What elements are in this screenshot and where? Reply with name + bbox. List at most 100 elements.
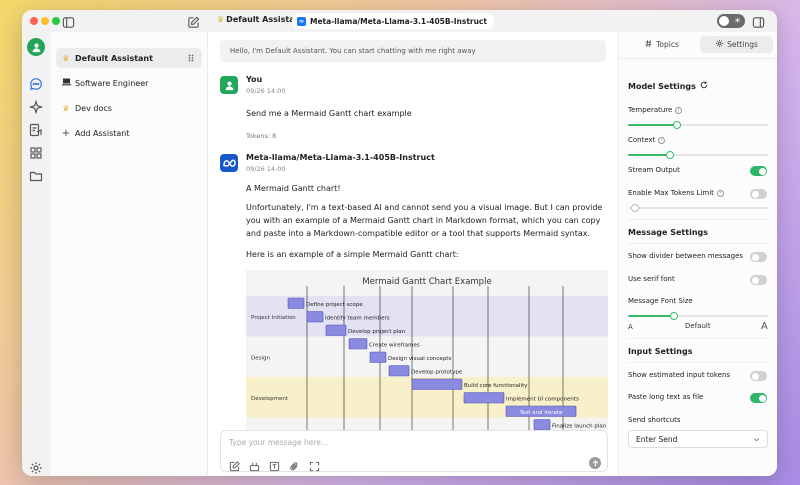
user-message-time: 09/26 14:00 (246, 87, 286, 95)
gantt-task-label: Design visual concepts (388, 356, 451, 362)
help-icon[interactable]: ? (658, 136, 666, 144)
gantt-section-label: Development (251, 396, 289, 402)
serif-font-toggle[interactable] (750, 275, 767, 285)
temperature-label: Temperature ? (628, 106, 683, 114)
font-size-small-label: A (628, 323, 633, 331)
minimize-window-button[interactable] (41, 17, 49, 25)
folder-icon[interactable] (29, 168, 43, 182)
bot-message-paragraph-1: A Mermaid Gantt chart! (246, 184, 341, 193)
gear-icon (715, 39, 724, 50)
send-shortcuts-select[interactable]: Enter Send (628, 430, 768, 448)
message-input[interactable] (229, 435, 589, 449)
font-size-label: Message Font Size (628, 297, 693, 305)
font-size-slider[interactable] (628, 312, 768, 320)
add-assistant-button[interactable]: + Add Assistant (56, 123, 202, 143)
grid-menu-icon[interactable] (186, 53, 196, 63)
assistant-item-dev-docs[interactable]: ♛ Dev docs (56, 98, 202, 118)
crown-icon: ♛ (62, 103, 70, 113)
gantt-task-bar (388, 365, 410, 377)
translate-icon[interactable] (29, 122, 43, 137)
gantt-title: Mermaid Gantt Chart Example (362, 277, 491, 287)
gantt-task-label: Define project scope (306, 302, 363, 308)
edit-icon[interactable] (229, 457, 240, 472)
sidebar-toggle-icon[interactable] (62, 14, 75, 28)
model-settings-heading: Model Settings (628, 81, 708, 91)
bot-message-paragraph-3: Here is an example of a simple Mermaid G… (246, 250, 459, 259)
gantt-task-label: Develop prototype (411, 369, 463, 375)
bot-message-paragraph-2: Unfortunately, I'm a text-based AI and c… (246, 203, 603, 238)
message-input-box (220, 430, 608, 472)
app-window: ♛ Default Assistant ∞ Meta-llama/Meta-Lla… (22, 10, 777, 476)
gantt-task-label: Identify team members (325, 315, 390, 321)
gantt-task-bar (306, 311, 324, 323)
tab-topics[interactable]: Topics (625, 36, 698, 53)
settings-tabs: Topics Settings (625, 36, 773, 54)
close-window-button[interactable] (30, 17, 38, 25)
chat-icon[interactable] (29, 76, 43, 91)
new-chat-icon[interactable] (187, 14, 200, 28)
gantt-task-bar (369, 351, 387, 363)
expand-icon[interactable] (309, 457, 320, 472)
maximize-window-button[interactable] (52, 17, 60, 25)
divider-toggle[interactable] (750, 252, 767, 262)
chevron-down-icon (753, 436, 760, 443)
chat-area: Hello, I'm Default Assistant. You can st… (208, 32, 618, 476)
stream-output-toggle[interactable] (750, 166, 767, 176)
font-size-current-label: Default (685, 322, 711, 330)
max-tokens-toggle[interactable] (750, 189, 767, 199)
message-settings-heading: Message Settings (628, 228, 709, 237)
gantt-task-label: Build core functionality (464, 383, 528, 389)
paste-long-text-label: Paste long text as file (628, 393, 704, 401)
token-count: Tokens: 8 (246, 132, 277, 140)
meta-logo-icon: ∞ (297, 16, 306, 26)
bot-message-time: 09/26 14:00 (246, 165, 286, 173)
max-tokens-slider[interactable] (628, 204, 768, 212)
gantt-task-bar (348, 338, 368, 350)
gantt-task-label: Finalize launch plan (552, 423, 607, 429)
crown-icon: ♛ (217, 15, 225, 24)
estimated-tokens-toggle[interactable] (750, 371, 767, 381)
title-bar: ♛ Default Assistant ∞ Meta-llama/Meta-Lla… (22, 10, 777, 32)
sun-icon: ☀ (733, 16, 741, 25)
gantt-section-label: Design (251, 355, 271, 361)
gantt-chart: Project Initiation Design Development Merma… (246, 270, 608, 430)
assistant-list: ♛ Default Assistant Software Engineer ♛ … (50, 32, 208, 476)
help-icon[interactable]: ? (675, 106, 683, 114)
sparkle-icon[interactable] (28, 99, 44, 115)
tab-settings[interactable]: Settings (700, 36, 773, 53)
gantt-section-label: Project Initiation (251, 315, 296, 321)
assistant-item-software-engineer[interactable]: Software Engineer (56, 73, 202, 93)
context-label: Context ? (628, 136, 666, 144)
gantt-task-label: Develop project plan (348, 329, 406, 335)
gantt-task-bar (463, 392, 505, 404)
serif-font-label: Use serif font (628, 275, 675, 283)
gantt-task-label: Test and iterate (519, 410, 564, 416)
translate-icon[interactable] (269, 457, 280, 472)
gantt-task-label: Implement UI components (506, 396, 579, 402)
context-slider[interactable] (628, 151, 768, 159)
gantt-task-bar (411, 378, 463, 390)
model-selector[interactable]: ∞ Meta-llama/Meta-Llama-3.1-405B-Instruc… (292, 13, 494, 29)
user-message-text: Send me a Mermaid Gantt chart example (246, 109, 412, 118)
temperature-slider[interactable] (628, 121, 768, 129)
reset-icon[interactable] (700, 81, 708, 91)
bot-message-name: Meta-llama/Meta-Llama-3.1-405B-Instruct (246, 153, 435, 162)
estimated-tokens-label: Show estimated input tokens (628, 371, 731, 379)
paste-long-text-toggle[interactable] (750, 393, 767, 403)
clear-context-icon[interactable] (249, 457, 260, 472)
user-avatar[interactable] (27, 38, 45, 56)
topics-icon (644, 39, 653, 50)
user-message-name: You (246, 75, 263, 84)
settings-panel-toggle-icon[interactable] (752, 14, 765, 28)
assistant-item-default[interactable]: ♛ Default Assistant (56, 48, 202, 68)
paperclip-icon[interactable] (289, 457, 300, 471)
send-button[interactable] (589, 457, 601, 469)
gantt-task-bar (287, 297, 305, 309)
help-icon[interactable]: ? (716, 189, 724, 197)
crown-icon: ♛ (62, 53, 70, 63)
stream-output-label: Stream Output (628, 166, 680, 174)
max-tokens-label: Enable Max Tokens Limit ? (628, 189, 724, 197)
apps-grid-icon[interactable] (29, 145, 43, 159)
theme-toggle[interactable]: ☀ (717, 14, 745, 28)
gear-icon[interactable] (29, 460, 43, 474)
